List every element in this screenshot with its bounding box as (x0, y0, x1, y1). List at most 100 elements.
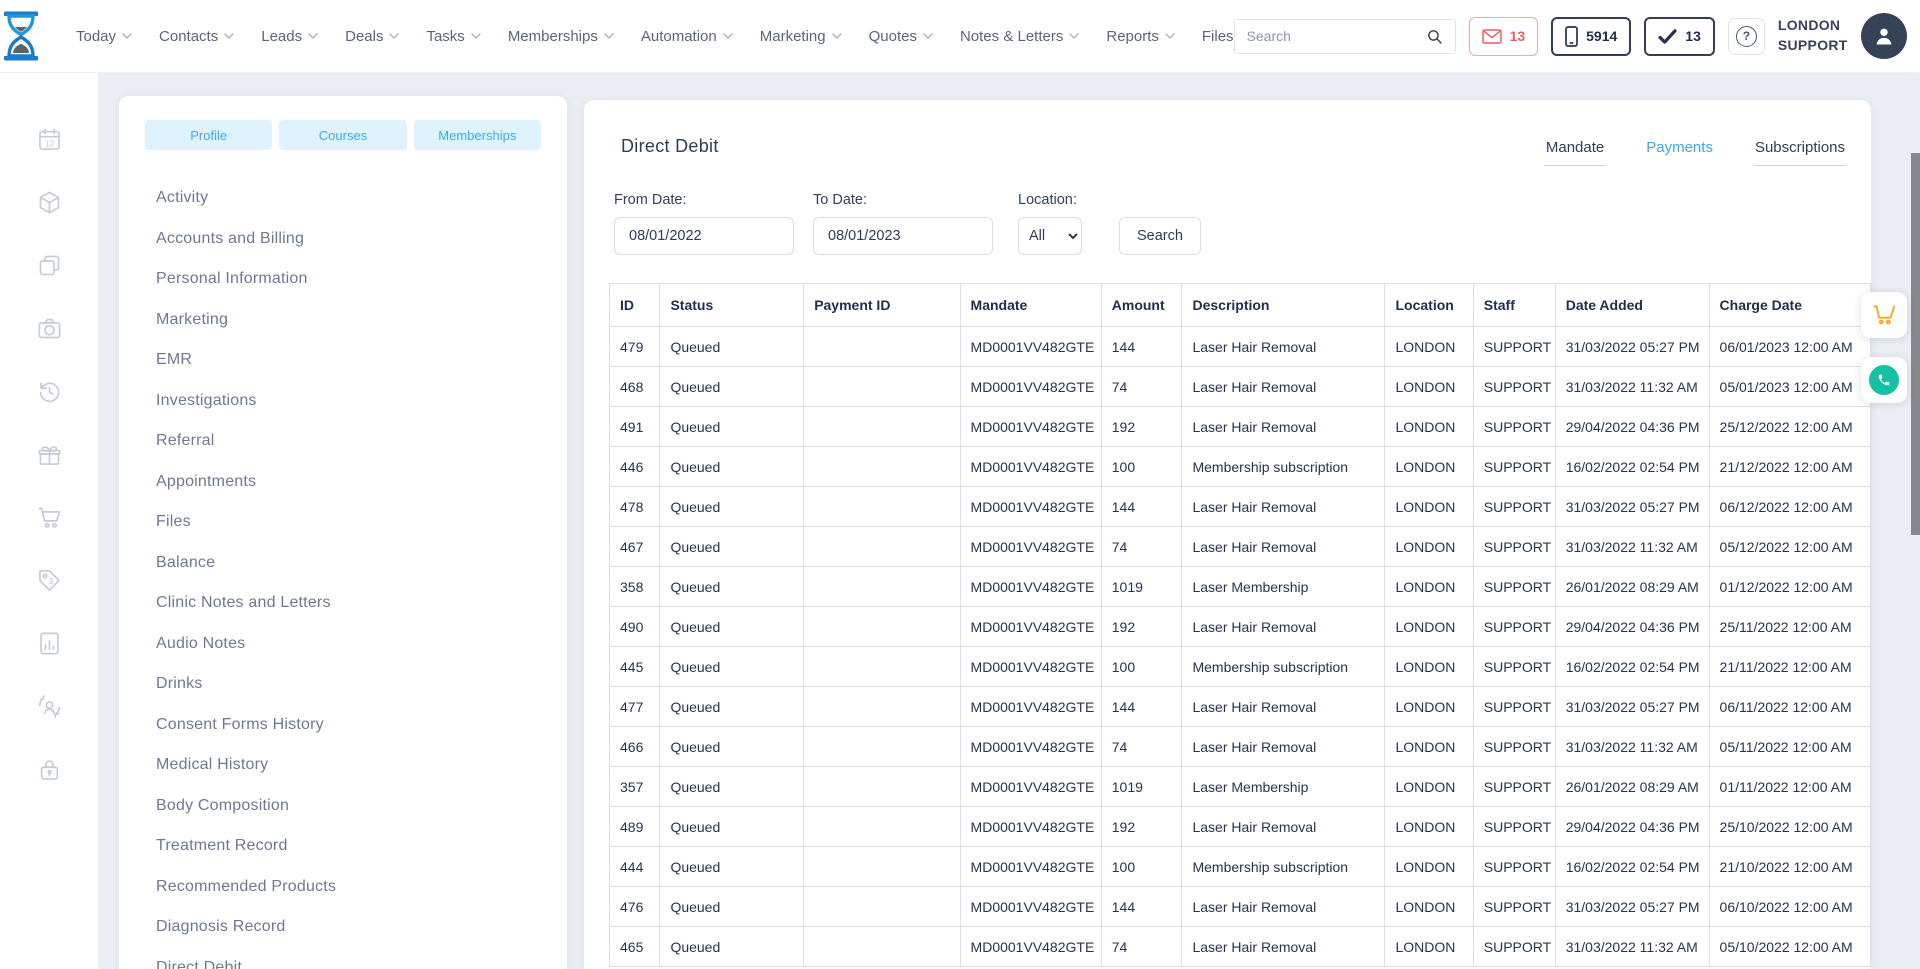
sidebar-item-activity[interactable]: Activity (156, 178, 541, 219)
calendar-icon[interactable]: 12 (36, 126, 63, 153)
location-label: Location: (1018, 192, 1082, 208)
sidebar-item-treatment-record[interactable]: Treatment Record (156, 826, 541, 867)
report-icon[interactable] (36, 630, 63, 657)
nav-item-contacts[interactable]: Contacts (159, 28, 234, 45)
column-header-payment-id: Payment ID (804, 284, 960, 327)
mail-badge[interactable]: 13 (1469, 17, 1539, 56)
nav-item-label: Leads (261, 28, 302, 45)
search-icon[interactable] (1415, 20, 1455, 53)
table-cell (804, 487, 960, 527)
sidebar-item-personal-information[interactable]: Personal Information (156, 259, 541, 300)
tab-subscriptions[interactable]: Subscriptions (1753, 139, 1847, 166)
floating-cart-button[interactable] (1861, 292, 1907, 338)
sidebar-item-marketing[interactable]: Marketing (156, 300, 541, 341)
table-row[interactable]: 446QueuedMD0001VV482GTE100Membership sub… (610, 447, 1871, 487)
nav-item-memberships[interactable]: Memberships (508, 28, 614, 45)
sidebar-item-appointments[interactable]: Appointments (156, 462, 541, 503)
filter-search-button[interactable]: Search (1119, 217, 1201, 255)
help-button[interactable]: ? (1728, 18, 1765, 55)
table-cell: LONDON (1385, 927, 1473, 967)
nav-item-quotes[interactable]: Quotes (869, 28, 933, 45)
sidebar-item-balance[interactable]: Balance (156, 543, 541, 584)
table-row[interactable]: 465QueuedMD0001VV482GTE74Laser Hair Remo… (610, 927, 1871, 967)
table-cell: SUPPORT (1473, 527, 1555, 567)
tab-profile[interactable]: Profile (145, 120, 272, 150)
nav-item-reports[interactable]: Reports (1106, 28, 1175, 45)
table-cell: SUPPORT (1473, 567, 1555, 607)
sidebar-item-clinic-notes-and-letters[interactable]: Clinic Notes and Letters (156, 583, 541, 624)
from-date-input[interactable] (614, 217, 794, 255)
sidebar-item-diagnosis-record[interactable]: Diagnosis Record (156, 907, 541, 948)
table-row[interactable]: 444QueuedMD0001VV482GTE100Membership sub… (610, 847, 1871, 887)
table-row[interactable]: 468QueuedMD0001VV482GTE74Laser Hair Remo… (610, 367, 1871, 407)
chevron-down-icon (1165, 33, 1175, 39)
table-cell: MD0001VV482GTE (960, 847, 1101, 887)
table-body: 479QueuedMD0001VV482GTE144Laser Hair Rem… (610, 327, 1871, 967)
sidebar-item-files[interactable]: Files (156, 502, 541, 543)
nav-item-notes-letters[interactable]: Notes & Letters (960, 28, 1079, 45)
sidebar-item-medical-history[interactable]: Medical History (156, 745, 541, 786)
sidebar-item-drinks[interactable]: Drinks (156, 664, 541, 705)
lock-icon[interactable] (36, 756, 63, 783)
nav-item-today[interactable]: Today (76, 28, 132, 45)
nav-item-automation[interactable]: Automation (641, 28, 733, 45)
sidebar-item-body-composition[interactable]: Body Composition (156, 786, 541, 827)
table-cell: 144 (1101, 487, 1182, 527)
tab-mandate[interactable]: Mandate (1544, 139, 1606, 166)
user-sync-icon[interactable] (36, 693, 63, 720)
camera-icon[interactable] (36, 315, 63, 342)
nav-item-files[interactable]: Files (1202, 28, 1234, 45)
phone-badge[interactable]: 5914 (1551, 17, 1631, 56)
table-row[interactable]: 476QueuedMD0001VV482GTE144Laser Hair Rem… (610, 887, 1871, 927)
sidebar-item-direct-debit[interactable]: Direct Debit (156, 948, 541, 969)
location-select[interactable]: All (1018, 217, 1082, 255)
table-row[interactable]: 489QueuedMD0001VV482GTE192Laser Hair Rem… (610, 807, 1871, 847)
tab-payments[interactable]: Payments (1644, 139, 1715, 166)
sidebar-item-emr[interactable]: EMR (156, 340, 541, 381)
tab-courses[interactable]: Courses (279, 120, 406, 150)
copy-icon[interactable] (36, 252, 63, 279)
table-row[interactable]: 491QueuedMD0001VV482GTE192Laser Hair Rem… (610, 407, 1871, 447)
table-cell: 31/03/2022 11:32 AM (1555, 927, 1709, 967)
table-row[interactable]: 357QueuedMD0001VV482GTE1019Laser Members… (610, 767, 1871, 807)
app-logo[interactable] (0, 10, 42, 62)
table-row[interactable]: 479QueuedMD0001VV482GTE144Laser Hair Rem… (610, 327, 1871, 367)
sidebar-item-investigations[interactable]: Investigations (156, 381, 541, 422)
user-name-line2: SUPPORT (1778, 36, 1848, 56)
sidebar-item-recommended-products[interactable]: Recommended Products (156, 867, 541, 908)
scrollbar-thumb[interactable] (1911, 153, 1920, 535)
table-cell: 490 (610, 607, 660, 647)
package-icon[interactable] (36, 189, 63, 216)
tab-memberships[interactable]: Memberships (414, 120, 541, 150)
table-cell: SUPPORT (1473, 927, 1555, 967)
table-cell: 05/01/2023 12:00 AM (1709, 367, 1870, 407)
nav-item-deals[interactable]: Deals (345, 28, 399, 45)
table-cell: LONDON (1385, 767, 1473, 807)
nav-item-marketing[interactable]: Marketing (760, 28, 842, 45)
sidebar-item-consent-forms-history[interactable]: Consent Forms History (156, 705, 541, 746)
price-tag-icon[interactable]: $ (36, 567, 63, 594)
floating-phone-button[interactable] (1861, 357, 1907, 403)
avatar[interactable] (1861, 13, 1907, 59)
table-row[interactable]: 466QueuedMD0001VV482GTE74Laser Hair Remo… (610, 727, 1871, 767)
table-row[interactable]: 358QueuedMD0001VV482GTE1019Laser Members… (610, 567, 1871, 607)
tasks-badge[interactable]: 13 (1644, 17, 1715, 56)
sidebar-item-accounts-and-billing[interactable]: Accounts and Billing (156, 219, 541, 260)
patient-tabs: ProfileCourses Memberships (145, 120, 541, 150)
nav-item-leads[interactable]: Leads (261, 28, 318, 45)
gift-icon[interactable] (36, 441, 63, 468)
table-row[interactable]: 467QueuedMD0001VV482GTE74Laser Hair Remo… (610, 527, 1871, 567)
to-date-input[interactable] (813, 217, 993, 255)
sidebar-item-audio-notes[interactable]: Audio Notes (156, 624, 541, 665)
search-input[interactable] (1235, 28, 1415, 44)
table-row[interactable]: 445QueuedMD0001VV482GTE100Membership sub… (610, 647, 1871, 687)
table-cell: Queued (660, 887, 804, 927)
table-row[interactable]: 478QueuedMD0001VV482GTE144Laser Hair Rem… (610, 487, 1871, 527)
history-icon[interactable] (36, 378, 63, 405)
sidebar-item-referral[interactable]: Referral (156, 421, 541, 462)
table-row[interactable]: 477QueuedMD0001VV482GTE144Laser Hair Rem… (610, 687, 1871, 727)
icon-rail: 12 $ (0, 73, 98, 969)
table-row[interactable]: 490QueuedMD0001VV482GTE192Laser Hair Rem… (610, 607, 1871, 647)
nav-item-tasks[interactable]: Tasks (426, 28, 480, 45)
cart-icon[interactable] (36, 504, 63, 531)
